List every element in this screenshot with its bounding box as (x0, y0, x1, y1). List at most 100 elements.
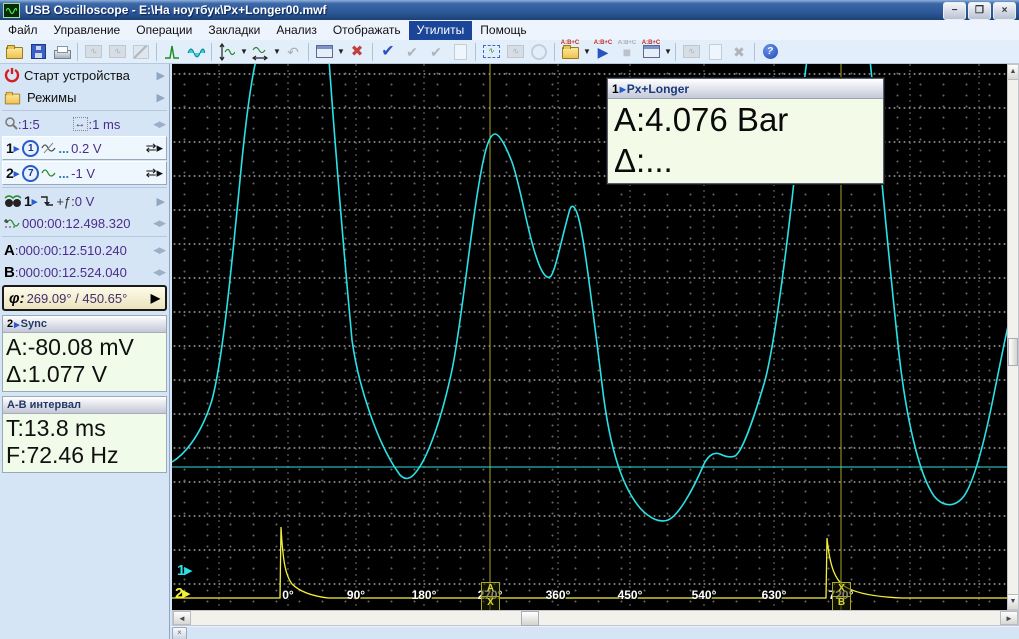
scroll-right-button[interactable]: ► (1000, 611, 1018, 625)
step-arrows-icon[interactable]: ⇄▸ (146, 140, 163, 156)
app-icon (3, 3, 20, 18)
channel-1-marker: 1▸ (177, 561, 191, 579)
abc-run-button[interactable]: A:B+C▶ (592, 41, 614, 62)
abc-window-caret[interactable]: ▼ (664, 47, 672, 56)
menu-utilities[interactable]: Утилиты (409, 21, 473, 40)
cursor-b-x-tag[interactable]: X (832, 582, 851, 597)
undo-icon: ↶ (287, 45, 299, 59)
step-arrows-icon[interactable]: ◀▶ (153, 119, 165, 130)
view-windows-caret[interactable]: ▼ (337, 47, 345, 56)
horizontal-scale-caret[interactable]: ▼ (273, 47, 281, 56)
arrow-icon: ▸ (14, 142, 20, 155)
close-view-button[interactable]: ✖ (346, 41, 368, 62)
vertical-scroll-thumb[interactable] (1008, 338, 1018, 366)
scroll-left-button[interactable]: ◄ (173, 611, 191, 625)
channel-2-number: 2 (6, 165, 14, 181)
result-delete-button[interactable]: ✖ (728, 41, 750, 62)
chevron-right-icon: ▶ (157, 91, 165, 104)
copy-waveform-button[interactable]: ∿ (82, 41, 104, 62)
scroll-up-button[interactable]: ▲ (1008, 65, 1018, 80)
step-arrows-icon[interactable]: ◀▶ (153, 245, 165, 256)
x-label-90: 90° (334, 588, 378, 602)
help-button[interactable]: ? (759, 41, 781, 62)
menu-display[interactable]: Отображать (325, 21, 409, 40)
cursor-a-row[interactable]: A :000:00:12.510.240 ◀▶ (0, 239, 169, 261)
impulse-button[interactable] (161, 41, 183, 62)
chevron-right-icon: ▶ (151, 291, 160, 305)
step-arrows-icon[interactable]: ◀▶ (153, 267, 165, 278)
apply-check-button[interactable]: ✔ (377, 41, 399, 62)
start-device-row[interactable]: Старт устройства ▶ (0, 64, 169, 86)
channel-1-row[interactable]: 1 ▸ 1 ... 0.2 V ⇄▸ (2, 136, 167, 160)
cursor-b-row[interactable]: B :000:00:12.524.040 ◀▶ (0, 261, 169, 283)
sync-panel-header[interactable]: 2 ▸ Sync (3, 316, 166, 333)
select-region-button[interactable]: ∿ (480, 41, 502, 62)
ab-panel-header[interactable]: A-B интервал (3, 397, 166, 414)
edit-tools-button[interactable] (130, 41, 152, 62)
wave-edit-button[interactable] (185, 41, 207, 62)
tooltip-signal-name: Px+Longer (627, 82, 689, 96)
minimize-button[interactable]: − (943, 2, 966, 20)
abc-stop-button[interactable]: A:B+C■ (616, 41, 638, 62)
vertical-scrollbar[interactable]: ▲ ▼ (1007, 64, 1019, 610)
open-folder-icon (6, 47, 23, 59)
oscilloscope-plot[interactable]: 0° 90° 180° 270° 360° 450° 540° 630° 720… (172, 64, 1007, 610)
x-label-630: 630° (752, 588, 796, 602)
horizontal-scroll-track[interactable] (191, 611, 1000, 625)
power-icon (4, 67, 20, 83)
abc-open-caret[interactable]: ▼ (583, 47, 591, 56)
scroll-down-button[interactable]: ▼ (1008, 594, 1018, 609)
dashed-selection-icon: ∿ (483, 45, 500, 58)
lens-button[interactable] (528, 41, 550, 62)
horizontal-scrollbar[interactable]: ◄ ► (172, 610, 1019, 626)
menu-bookmarks[interactable]: Закладки (200, 21, 268, 40)
sync-a-value: A:-80.08 mV (6, 334, 163, 361)
open-file-button[interactable] (3, 41, 25, 62)
restore-button[interactable]: ❐ (968, 2, 991, 20)
print-button[interactable] (51, 41, 73, 62)
cursor-time-row[interactable]: 000:00:12.498.320 ◀▶ (0, 212, 169, 234)
hammer-icon (133, 45, 149, 59)
cursor-a-time-value: :000:00:12.510.240 (15, 243, 127, 258)
horizontal-scale-button[interactable] (249, 41, 271, 62)
sync-panel-title: Sync (21, 318, 47, 330)
trigger-level-value: 0 V (75, 194, 95, 209)
scale-row[interactable]: :1:5 ↔ :1 ms ◀▶ (0, 113, 169, 135)
close-panel-button[interactable]: × (172, 627, 187, 639)
phase-row[interactable]: φ: 269.09° / 450.65° ▶ (2, 285, 167, 311)
check-next-button[interactable]: ✔ (401, 41, 423, 62)
menu-operations[interactable]: Операции (128, 21, 200, 40)
cursor-a-letter: A (4, 242, 15, 259)
cursor-b-tag[interactable]: B (832, 596, 851, 610)
menu-bar: Файл Управление Операции Закладки Анализ… (0, 20, 1019, 41)
abc-window-button[interactable]: A:B+C (640, 41, 662, 62)
vertical-scale-button[interactable] (216, 41, 238, 62)
step-arrows-icon[interactable]: ◀▶ (153, 218, 165, 229)
save-file-button[interactable] (27, 41, 49, 62)
close-button[interactable]: × (993, 2, 1016, 20)
menu-file[interactable]: Файл (0, 21, 46, 40)
menu-help[interactable]: Помощь (472, 21, 534, 40)
horizontal-scroll-thumb[interactable] (521, 611, 539, 626)
channel-2-row[interactable]: 2 ▸ 7 ... -1 V ⇄▸ (2, 161, 167, 185)
abc-open-button[interactable]: A:B+C (559, 41, 581, 62)
vertical-scale-caret[interactable]: ▼ (240, 47, 248, 56)
result-doc-button[interactable] (704, 41, 726, 62)
result-chart-button[interactable]: ∿ (680, 41, 702, 62)
trigger-channel-number: 1 (24, 193, 32, 209)
gray-check-icon: ✔ (406, 45, 418, 59)
cursor-a-tag[interactable]: A (481, 582, 500, 597)
menu-control[interactable]: Управление (46, 21, 129, 40)
modes-row[interactable]: Режимы ▶ (0, 86, 169, 108)
undo-button[interactable]: ↶ (282, 41, 304, 62)
view-windows-button[interactable] (313, 41, 335, 62)
tooltip-header[interactable]: 1 ▸ Px+Longer (608, 79, 883, 99)
search-chart-button[interactable]: ∿ (504, 41, 526, 62)
check-all-button[interactable]: ✔ (425, 41, 447, 62)
paste-waveform-button[interactable]: ∿ (106, 41, 128, 62)
cursor-a-x-tag[interactable]: X (481, 596, 500, 610)
report-button[interactable] (449, 41, 471, 62)
step-arrows-icon[interactable]: ⇄▸ (146, 165, 163, 181)
trigger-row[interactable]: 1 ▸ +ƒ: 0 V ▶ (0, 190, 169, 212)
menu-analysis[interactable]: Анализ (268, 21, 325, 40)
